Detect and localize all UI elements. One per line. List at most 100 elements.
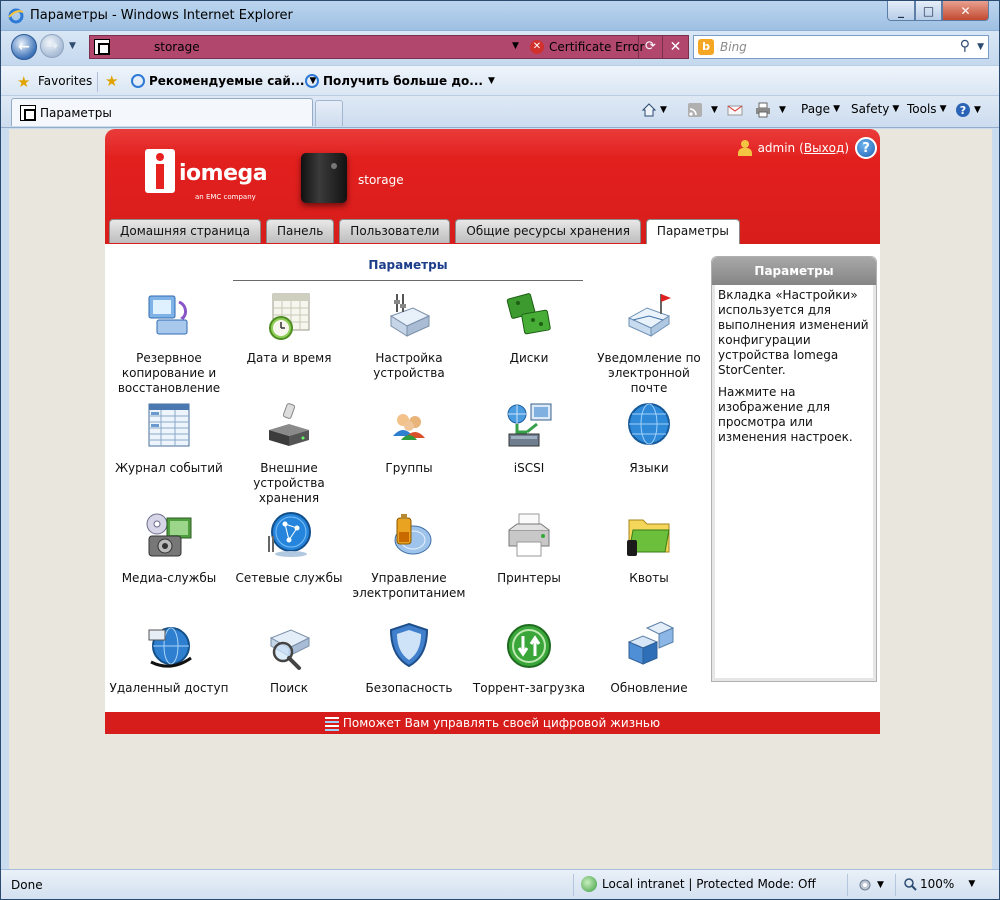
logout-link[interactable]: Выход: [804, 141, 844, 155]
settings-item-email-notification[interactable]: Уведомление по электронной почте: [589, 290, 709, 396]
settings-item-external-storage[interactable]: Внешние устройства хранения: [229, 400, 349, 506]
settings-item-torrent[interactable]: Торрент-загрузка: [469, 620, 589, 696]
settings-item-search[interactable]: Поиск: [229, 620, 349, 696]
event-log-icon: [148, 403, 190, 447]
tab-shared-storage[interactable]: Общие ресурсы хранения: [455, 219, 641, 243]
home-button[interactable]: ▼: [641, 102, 667, 118]
settings-item-quotas[interactable]: Квоты: [589, 510, 709, 586]
brand-subtitle: an EMC company: [195, 193, 256, 201]
security-zone[interactable]: Local intranet | Protected Mode: Off: [581, 876, 816, 892]
favorites-link-addons[interactable]: Получить больше до... ▼: [305, 74, 495, 88]
settings-item-label: Удаленный доступ: [109, 681, 229, 695]
tab-home[interactable]: Домашняя страница: [109, 219, 261, 243]
browser-tab-active[interactable]: Параметры: [11, 98, 313, 126]
settings-item-label: Языки: [629, 461, 669, 475]
settings-item-printers[interactable]: Принтеры: [469, 510, 589, 586]
stop-icon[interactable]: ✕: [662, 36, 688, 58]
settings-item-power-management[interactable]: Управление электропитанием: [349, 510, 469, 601]
settings-item-label: Журнал событий: [115, 461, 223, 475]
forward-button[interactable]: →: [40, 34, 64, 58]
favorites-button[interactable]: Favorites: [38, 74, 92, 88]
help-icon: ?: [956, 103, 970, 117]
tab-settings[interactable]: Параметры: [645, 219, 740, 244]
search-box[interactable]: b Bing ⚲ ▼: [693, 35, 989, 59]
tab-users[interactable]: Пользователи: [339, 219, 451, 243]
print-button[interactable]: ▼: [755, 102, 786, 118]
address-bar[interactable]: storage ▼ ✕ Certificate Error ⟳ ✕: [89, 35, 689, 59]
settings-item-label: Сетевые службы: [235, 571, 343, 585]
device-name: storage: [358, 173, 404, 187]
media-services-icon: [146, 513, 192, 557]
network-services-icon: [268, 512, 311, 557]
chevron-down-icon: ▼: [660, 105, 667, 115]
settings-item-languages[interactable]: Языки: [589, 400, 709, 476]
safety-menu[interactable]: Safety ▼: [851, 102, 899, 116]
chevron-down-icon: ▼: [974, 105, 981, 115]
favorites-star-icon[interactable]: ★: [17, 73, 30, 91]
settings-item-label: Диски: [509, 351, 549, 365]
settings-item-event-log[interactable]: Журнал событий: [109, 400, 229, 476]
certificate-error-icon[interactable]: ✕: [530, 40, 544, 54]
bing-icon: b: [698, 39, 714, 55]
search-input[interactable]: Bing: [720, 40, 747, 54]
settings-item-network-services[interactable]: Сетевые службы: [229, 510, 349, 586]
favorites-link-label: Рекомендуемые сай...: [149, 74, 305, 88]
protected-mode-button[interactable]: ▼: [857, 877, 884, 893]
feeds-button[interactable]: ▼: [687, 102, 718, 118]
minimize-button[interactable]: _: [887, 1, 915, 21]
divider: [847, 874, 848, 896]
help-icon[interactable]: ?: [855, 137, 877, 159]
settings-item-update[interactable]: Обновление: [589, 620, 709, 696]
back-button[interactable]: ←: [11, 34, 37, 60]
status-bar: Done Local intranet | Protected Mode: Of…: [1, 869, 999, 899]
tab-bar: Параметры ▼ ▼ ▼ Page ▼ Safety ▼ Tools ▼: [1, 96, 999, 128]
tools-menu-label: Tools: [907, 102, 937, 116]
page-viewport[interactable]: iomega an EMC company storage admin (Вых…: [9, 129, 992, 869]
settings-item-label: Торрент-загрузка: [472, 681, 586, 695]
main-tabs: Домашняя страница Панель Пользователи Об…: [109, 219, 745, 244]
maximize-button[interactable]: □: [915, 1, 942, 21]
zoom-control[interactable]: 100% ▼: [903, 877, 975, 891]
settings-item-label: Дата и время: [246, 351, 332, 365]
page-menu[interactable]: Page ▼: [801, 102, 840, 116]
disks-icon: [506, 293, 551, 335]
favorites-link-suggested[interactable]: Рекомендуемые сай... ▼: [131, 74, 316, 88]
settings-item-label: Квоты: [629, 571, 669, 585]
close-button[interactable]: ✕: [942, 1, 989, 21]
update-icon: [627, 621, 675, 665]
settings-item-backup[interactable]: Резервное копирование и восстановление: [109, 290, 229, 396]
tab-dashboard[interactable]: Панель: [265, 219, 335, 243]
brand-name: iomega: [179, 161, 268, 186]
settings-item-groups[interactable]: Группы: [349, 400, 469, 476]
new-tab-button[interactable]: [315, 100, 343, 126]
recent-pages-dropdown[interactable]: ▼: [69, 41, 76, 51]
settings-item-media-services[interactable]: Медиа-службы: [109, 510, 229, 586]
settings-item-device-setup[interactable]: Настройка устройства: [349, 290, 469, 381]
home-icon: [641, 103, 657, 117]
chevron-down-icon: ▼: [779, 105, 786, 115]
settings-item-remote-access[interactable]: Удаленный доступ: [109, 620, 229, 696]
search-icon[interactable]: ⚲: [960, 38, 970, 54]
menu-icon: [324, 716, 339, 730]
logout: (Выход): [799, 141, 849, 155]
help-text: Вкладка «Настройки» используется для вып…: [718, 288, 869, 377]
shield-icon: [389, 622, 429, 668]
certificate-error-label[interactable]: Certificate Error: [549, 40, 644, 54]
settings-item-disks[interactable]: Диски: [469, 290, 589, 366]
refresh-icon[interactable]: ⟳: [638, 36, 662, 58]
address-dropdown[interactable]: ▼: [512, 41, 519, 51]
settings-item-security[interactable]: Безопасность: [349, 620, 469, 696]
help-sidebar: Параметры Вкладка «Настройки» использует…: [711, 256, 877, 682]
navigation-bar: ← → ▼ storage ▼ ✕ Certificate Error ⟳ ✕ …: [1, 31, 999, 65]
mail-button[interactable]: [727, 102, 743, 118]
search-options-dropdown[interactable]: ▼: [977, 42, 984, 52]
add-to-favorites-icon[interactable]: ★: [105, 72, 118, 90]
tools-menu[interactable]: Tools ▼: [907, 102, 946, 116]
help-menu[interactable]: ? ▼: [955, 102, 981, 118]
chevron-down-icon: ▼: [968, 879, 976, 889]
address-input[interactable]: storage: [154, 40, 200, 54]
settings-item-iscsi[interactable]: iSCSI: [469, 400, 589, 476]
settings-item-date-time[interactable]: Дата и время: [229, 290, 349, 366]
intranet-icon: [581, 876, 597, 892]
printer-icon: [508, 513, 550, 557]
